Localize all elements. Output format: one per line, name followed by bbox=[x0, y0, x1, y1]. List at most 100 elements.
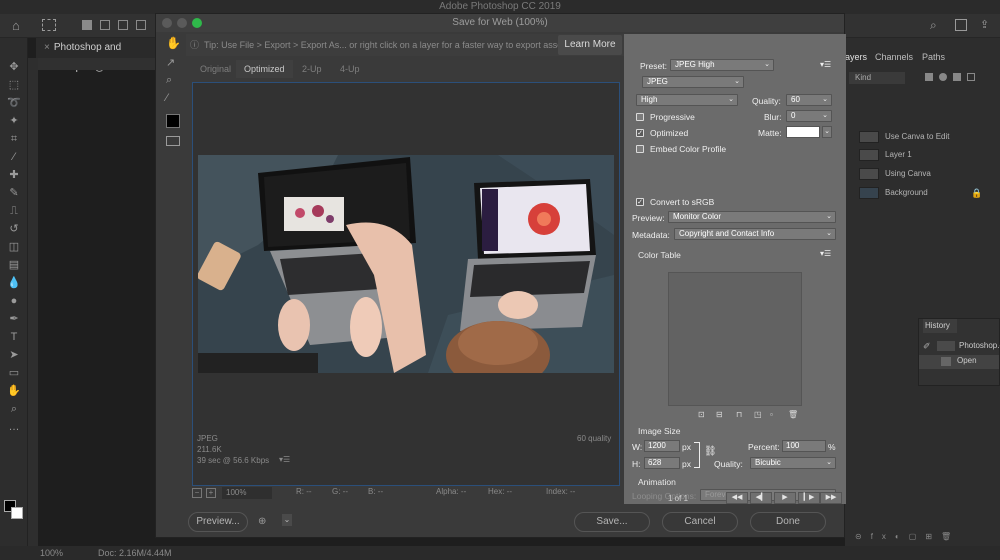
filter-shape-icon[interactable] bbox=[967, 73, 975, 81]
gradient-tool-icon[interactable]: ▤ bbox=[6, 258, 22, 272]
cancel-button[interactable]: Cancel bbox=[662, 512, 738, 532]
delete-color-icon[interactable]: 🗑 bbox=[788, 410, 798, 419]
tab-2-up[interactable]: 2-Up bbox=[294, 60, 330, 78]
zoom-window-icon[interactable] bbox=[192, 18, 202, 28]
first-frame-icon[interactable]: ◀◀ bbox=[726, 492, 748, 504]
magic-wand-icon[interactable]: ✦ bbox=[6, 114, 22, 128]
tab-layers[interactable]: ayers bbox=[845, 52, 867, 62]
layer-row[interactable]: Use Canva to Edit bbox=[845, 128, 1000, 146]
history-snapshot-label[interactable]: Photoshop.c bbox=[959, 341, 1000, 350]
filter-adjust-icon[interactable] bbox=[939, 73, 947, 81]
share-icon[interactable]: ⇪ bbox=[980, 18, 989, 31]
resample-quality-select[interactable]: Bicubic ⌄ bbox=[750, 457, 836, 469]
layer-kind-filter[interactable]: Kind bbox=[849, 72, 905, 84]
dodge-tool-icon[interactable]: ● bbox=[6, 294, 22, 308]
history-title[interactable]: History bbox=[923, 319, 957, 333]
browser-preview-icon[interactable]: ⊕ bbox=[258, 516, 266, 527]
tab-original[interactable]: Original bbox=[192, 60, 239, 78]
slice-select-tool-icon[interactable]: ↗ bbox=[166, 56, 175, 69]
marquee-icon[interactable] bbox=[42, 19, 56, 31]
color-table-menu-icon[interactable]: ▾☰ bbox=[820, 249, 831, 258]
layer-row[interactable]: Using Canva bbox=[845, 165, 1000, 183]
history-item[interactable]: Open bbox=[919, 355, 999, 369]
minimize-window-icon[interactable] bbox=[177, 18, 187, 28]
download-speed-menu-icon[interactable]: ▾☰ bbox=[279, 455, 290, 464]
metadata-select[interactable]: Copyright and Contact Info ⌄ bbox=[674, 228, 836, 240]
search-icon[interactable]: ⌕ bbox=[930, 18, 937, 33]
eyedropper-tool-icon[interactable]: ⁄ bbox=[166, 92, 168, 104]
map-color-icon[interactable]: ⊡ bbox=[698, 410, 705, 419]
tab-optimized[interactable]: Optimized bbox=[236, 60, 293, 78]
tab-paths[interactable]: Paths bbox=[922, 52, 945, 62]
preset-select[interactable]: JPEG High ⌄ bbox=[670, 59, 774, 71]
quality-field[interactable]: 60 ⌄ bbox=[786, 94, 832, 106]
layer-row[interactable]: Background 🔒 bbox=[845, 184, 1000, 202]
tab-4-up[interactable]: 4-Up bbox=[332, 60, 368, 78]
palette-icon[interactable]: ◳ bbox=[754, 410, 762, 419]
document-tab-close-icon[interactable]: × bbox=[44, 42, 50, 53]
optimize-menu-icon[interactable]: ▾☰ bbox=[820, 60, 831, 69]
path-select-icon[interactable]: ➤ bbox=[6, 348, 22, 362]
marquee-tool-icon[interactable]: ⬚ bbox=[6, 78, 22, 92]
blur-field[interactable]: 0 ⌄ bbox=[786, 110, 832, 122]
progressive-checkbox[interactable] bbox=[636, 113, 644, 121]
subtract-selection-icon[interactable] bbox=[118, 20, 128, 30]
done-button[interactable]: Done bbox=[750, 512, 826, 532]
eyedropper-color-swatch[interactable] bbox=[166, 114, 180, 128]
history-brush-source-icon[interactable]: ✐ bbox=[923, 341, 931, 352]
filter-pixel-icon[interactable] bbox=[925, 73, 933, 81]
healing-brush-icon[interactable]: ✚ bbox=[6, 168, 22, 182]
lasso-tool-icon[interactable]: ➰ bbox=[6, 96, 22, 110]
hand-tool-icon[interactable]: ✋ bbox=[6, 384, 22, 398]
convert-srgb-checkbox[interactable]: ✓ bbox=[636, 198, 644, 206]
pen-tool-icon[interactable]: ✒ bbox=[6, 312, 22, 326]
last-frame-icon[interactable]: ▶▶ bbox=[820, 492, 842, 504]
stamp-tool-icon[interactable]: ⎍ bbox=[6, 204, 22, 218]
zoom-tool-icon[interactable]: ⌕ bbox=[6, 402, 22, 416]
filter-type-icon[interactable] bbox=[953, 73, 961, 81]
crop-tool-icon[interactable]: ⌗ bbox=[6, 132, 22, 146]
eraser-tool-icon[interactable]: ◫ bbox=[6, 240, 22, 254]
zoom-in-icon[interactable]: + bbox=[206, 488, 216, 498]
optimized-checkbox[interactable]: ✓ bbox=[636, 129, 644, 137]
color-table[interactable] bbox=[668, 272, 802, 406]
zoom-tool-icon[interactable]: ⌕ bbox=[166, 74, 172, 87]
new-color-icon[interactable]: ▫ bbox=[770, 410, 773, 419]
layer-actions-icons[interactable]: ⊝fx◐▢⊞🗑 bbox=[855, 532, 995, 542]
matte-dropdown-icon[interactable]: ⌄ bbox=[822, 126, 832, 138]
shape-tool-icon[interactable]: ▭ bbox=[6, 366, 22, 380]
workspace-icon[interactable] bbox=[955, 19, 967, 31]
document-tab[interactable]: ×Photoshop and Canva.psd @ bbox=[36, 38, 156, 73]
web-shift-icon[interactable]: ⊟ bbox=[716, 410, 723, 419]
height-field[interactable]: 628 bbox=[644, 457, 680, 469]
preview-profile-select[interactable]: Monitor Color ⌄ bbox=[668, 211, 836, 223]
zoom-out-icon[interactable]: − bbox=[192, 488, 202, 498]
tab-channels[interactable]: Channels bbox=[875, 52, 913, 62]
file-format-select[interactable]: JPEG ⌄ bbox=[642, 76, 744, 88]
brush-tool-icon[interactable]: ✎ bbox=[6, 186, 22, 200]
percent-field[interactable]: 100 bbox=[782, 440, 826, 452]
save-button[interactable]: Save... bbox=[574, 512, 650, 532]
background-color-swatch[interactable] bbox=[11, 507, 23, 519]
next-frame-icon[interactable]: ▎▶ bbox=[798, 492, 820, 504]
previous-frame-icon[interactable]: ◀▎ bbox=[750, 492, 772, 504]
type-tool-icon[interactable]: T bbox=[6, 330, 22, 344]
close-window-icon[interactable] bbox=[162, 18, 172, 28]
more-tools-icon[interactable]: … bbox=[6, 420, 22, 434]
preview-button[interactable]: Preview... bbox=[188, 512, 248, 532]
blur-tool-icon[interactable]: 💧 bbox=[6, 276, 22, 290]
preview-image[interactable] bbox=[198, 155, 614, 373]
lock-color-icon[interactable]: ⊓ bbox=[736, 410, 742, 419]
embed-color-profile-checkbox[interactable] bbox=[636, 145, 644, 153]
layer-row[interactable]: Layer 1 bbox=[845, 146, 1000, 164]
link-proportions-icon[interactable]: ⛓ bbox=[704, 446, 717, 457]
add-selection-icon[interactable] bbox=[100, 20, 110, 30]
optimized-preview-pane[interactable]: JPEG 211.6K 39 sec @ 56.6 Kbps ▾☰ 60 qua… bbox=[192, 82, 620, 486]
zoom-level-select[interactable]: 100% bbox=[222, 487, 272, 499]
hand-tool-icon[interactable]: ✋ bbox=[166, 36, 181, 50]
intersect-selection-icon[interactable] bbox=[136, 20, 146, 30]
home-icon[interactable]: ⌂ bbox=[12, 18, 20, 33]
browser-menu-chevron-icon[interactable]: ⌄ bbox=[282, 514, 292, 526]
move-tool-icon[interactable]: ✥ bbox=[6, 60, 22, 74]
eyedropper-tool-icon[interactable]: ⁄ bbox=[6, 150, 22, 164]
